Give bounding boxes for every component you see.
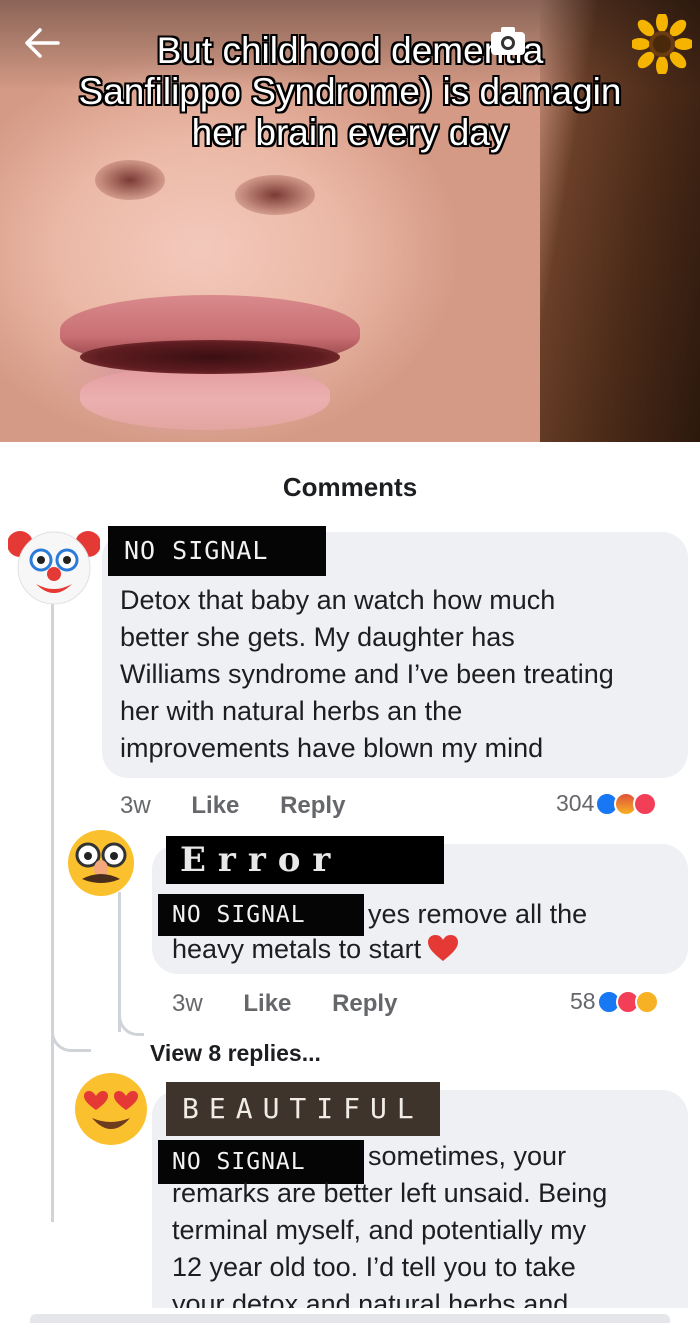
red-heart-icon: [428, 935, 459, 961]
video-caption: But childhood dementia Sanfilippo Syndro…: [0, 30, 700, 153]
reply-text: remarks are better left unsaid. Being te…: [172, 1175, 682, 1323]
thread-connector: [51, 1022, 91, 1052]
comments-sheet: Comments NO SIGNAL Detox that baby an wa…: [0, 442, 700, 1323]
view-replies-link[interactable]: View 8 replies...: [150, 1040, 321, 1067]
author-name-redacted[interactable]: Error: [166, 836, 444, 884]
thread-connector: [51, 602, 54, 1222]
disguised-face-emoji-icon: [68, 830, 134, 896]
comment-timestamp: 3w: [120, 792, 151, 819]
reply-text-line: remarks are better left unsaid. Being: [172, 1178, 608, 1208]
lower-lip: [80, 368, 330, 430]
reply-bubble[interactable]: BEAUTIFUL NO SIGNAL sometimes, your rema…: [152, 1082, 688, 1323]
comments-title: Comments: [282, 472, 418, 502]
clown-emoji-icon: [7, 531, 101, 605]
comment-composer-edge: [30, 1314, 670, 1323]
reply-actions: 3w Like Reply: [172, 990, 431, 1018]
heart-eyes-emoji-icon: [75, 1073, 147, 1145]
care-reaction-icon: [634, 989, 659, 1014]
comment-text-line: her with natural herbs an the: [120, 696, 463, 726]
reaction-summary[interactable]: 304: [556, 790, 658, 817]
mouth-opening: [80, 340, 340, 374]
nostril-left: [95, 160, 165, 200]
reaction-summary[interactable]: 58: [570, 988, 659, 1015]
thread-connector: [118, 892, 121, 1032]
comment-text-line: Detox that baby an watch how much: [120, 585, 556, 615]
reply-button[interactable]: Reply: [332, 990, 397, 1017]
reply-text-line: terminal myself, and potentially my: [172, 1215, 587, 1245]
mention-redacted[interactable]: NO SIGNAL: [158, 894, 364, 936]
comment-timestamp: 3w: [172, 990, 203, 1017]
comment-bubble[interactable]: NO SIGNAL Detox that baby an watch how m…: [102, 526, 688, 778]
like-button[interactable]: Like: [243, 990, 291, 1017]
reply-text-line: sometimes, your: [368, 1141, 567, 1171]
caption-line: But childhood dementia: [156, 30, 544, 71]
nostril-right: [235, 175, 315, 215]
reply-text-line-2: heavy metals to start: [172, 931, 459, 968]
sunflower-icon: [630, 12, 694, 76]
comment-text-line: better she gets. My daughter has: [120, 622, 515, 652]
comment-text: Detox that baby an watch how much better…: [120, 582, 680, 767]
caption-line: Sanfilippo Syndrome) is damagin: [78, 71, 622, 112]
comment-text-line: Williams syndrome and I’ve been treating: [120, 659, 614, 689]
comment-actions: 3w Like Reply: [120, 792, 379, 820]
reply-bubble[interactable]: Error NO SIGNAL yes remove all the heavy…: [152, 836, 688, 974]
thread-connector: [118, 1012, 144, 1036]
avatar[interactable]: [64, 825, 138, 899]
reply-text: heavy metals to start: [172, 934, 422, 964]
video-frame: But childhood dementia Sanfilippo Syndro…: [0, 0, 700, 442]
comment-text-line: improvements have blown my mind: [120, 733, 544, 763]
avatar[interactable]: [7, 522, 101, 608]
love-reaction-icon: [633, 791, 658, 816]
like-button[interactable]: Like: [191, 792, 239, 819]
author-name-redacted[interactable]: NO SIGNAL: [108, 526, 326, 576]
reply-text-line: yes remove all the: [368, 899, 588, 929]
reply-text-line: 12 year old too. I’d tell you to take: [172, 1252, 576, 1282]
reply-button[interactable]: Reply: [280, 792, 345, 819]
reaction-count: 58: [570, 988, 596, 1014]
back-arrow-icon[interactable]: [22, 26, 62, 60]
camera-icon[interactable]: [488, 24, 528, 58]
author-name-redacted[interactable]: BEAUTIFUL: [166, 1082, 440, 1136]
reaction-count: 304: [556, 790, 595, 816]
avatar[interactable]: [72, 1070, 150, 1148]
caption-line: her brain every day: [191, 112, 509, 153]
